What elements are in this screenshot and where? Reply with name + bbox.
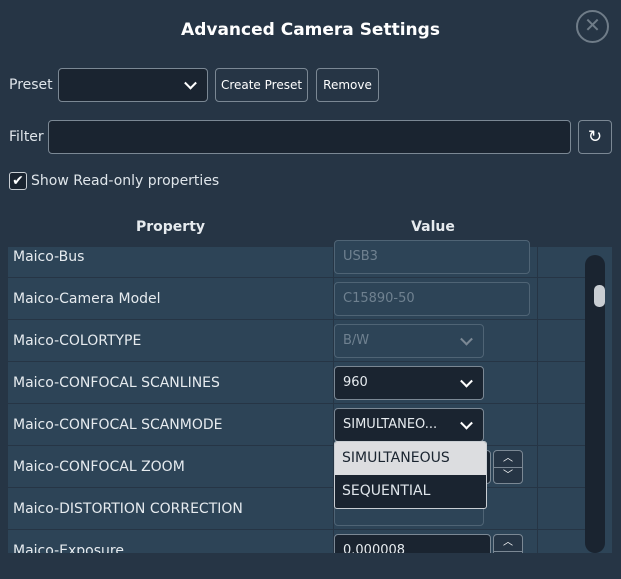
zoom-stepper[interactable]: ︿ ﹀ bbox=[493, 450, 523, 484]
property-name: Maico-DISTORTION CORRECTION bbox=[13, 501, 243, 517]
filter-label: Filter bbox=[9, 129, 44, 145]
filter-input[interactable] bbox=[48, 120, 571, 154]
property-name: Maico-CONFOCAL ZOOM bbox=[13, 459, 185, 475]
scanlines-select[interactable]: 960 bbox=[334, 366, 484, 400]
preset-label: Preset bbox=[9, 77, 53, 93]
remove-button[interactable]: Remove bbox=[316, 68, 379, 102]
table-row: Maico-Bus USB3 bbox=[8, 236, 585, 278]
properties-table: Property Value Maico-Bus USB3 Maico-Came… bbox=[8, 207, 612, 553]
property-name: Maico-COLORTYPE bbox=[13, 333, 142, 349]
table-row: Maico-Camera Model C15890-50 bbox=[8, 278, 585, 320]
create-preset-button[interactable]: Create Preset bbox=[215, 68, 308, 102]
option-simultaneous[interactable]: SIMULTANEOUS bbox=[335, 442, 486, 475]
header-property: Property bbox=[135, 219, 206, 235]
scrollbar-thumb[interactable] bbox=[594, 285, 605, 307]
table-row: Maico-CONFOCAL SCANMODE SIMULTANEO... bbox=[8, 404, 585, 446]
refresh-button[interactable]: ↻ bbox=[578, 120, 612, 154]
scanmode-dropdown-menu: SIMULTANEOUS SEQUENTIAL bbox=[334, 441, 487, 509]
scanmode-select[interactable]: SIMULTANEO... bbox=[334, 408, 484, 442]
dialog-title: Advanced Camera Settings bbox=[181, 20, 440, 40]
table-row: Maico-CONFOCAL ZOOM ︿ ﹀ bbox=[8, 446, 585, 488]
chevron-up-icon[interactable]: ︿ bbox=[494, 535, 522, 551]
chevron-down-icon bbox=[460, 416, 473, 430]
header-value: Value bbox=[411, 219, 455, 235]
chevron-down-icon[interactable]: ﹀ bbox=[494, 551, 522, 553]
show-readonly-label[interactable]: Show Read-only properties bbox=[31, 173, 219, 189]
property-name: Maico-Exposure bbox=[13, 543, 124, 553]
table-row: Maico-COLORTYPE B/W bbox=[8, 320, 585, 362]
property-name: Maico-CONFOCAL SCANLINES bbox=[13, 375, 220, 391]
exposure-stepper[interactable]: ︿﹀ bbox=[493, 534, 523, 553]
show-readonly-checkbox[interactable]: ✔ bbox=[9, 172, 27, 190]
table-row: Maico-Exposure 0.000008 ︿﹀ bbox=[8, 530, 585, 553]
chevron-down-icon bbox=[460, 374, 473, 388]
exposure-input[interactable]: 0.000008 bbox=[334, 534, 491, 553]
option-sequential[interactable]: SEQUENTIAL bbox=[335, 475, 486, 508]
chevron-down-icon bbox=[184, 76, 197, 90]
property-name: Maico-Camera Model bbox=[13, 291, 161, 307]
chevron-down-icon[interactable]: ﹀ bbox=[494, 467, 522, 483]
refresh-icon: ↻ bbox=[587, 127, 603, 147]
close-icon[interactable]: ✕ bbox=[576, 10, 609, 43]
property-name: Maico-CONFOCAL SCANMODE bbox=[13, 417, 223, 433]
property-name: Maico-Bus bbox=[13, 249, 85, 265]
table-row: Maico-DISTORTION CORRECTION bbox=[8, 488, 585, 530]
preset-select[interactable] bbox=[58, 68, 208, 102]
colortype-select: B/W bbox=[334, 324, 484, 358]
camera-model-value: C15890-50 bbox=[334, 282, 530, 316]
bus-value: USB3 bbox=[334, 240, 530, 274]
chevron-up-icon[interactable]: ︿ bbox=[494, 451, 522, 467]
table-row: Maico-CONFOCAL SCANLINES 960 bbox=[8, 362, 585, 404]
chevron-down-icon bbox=[460, 332, 473, 346]
